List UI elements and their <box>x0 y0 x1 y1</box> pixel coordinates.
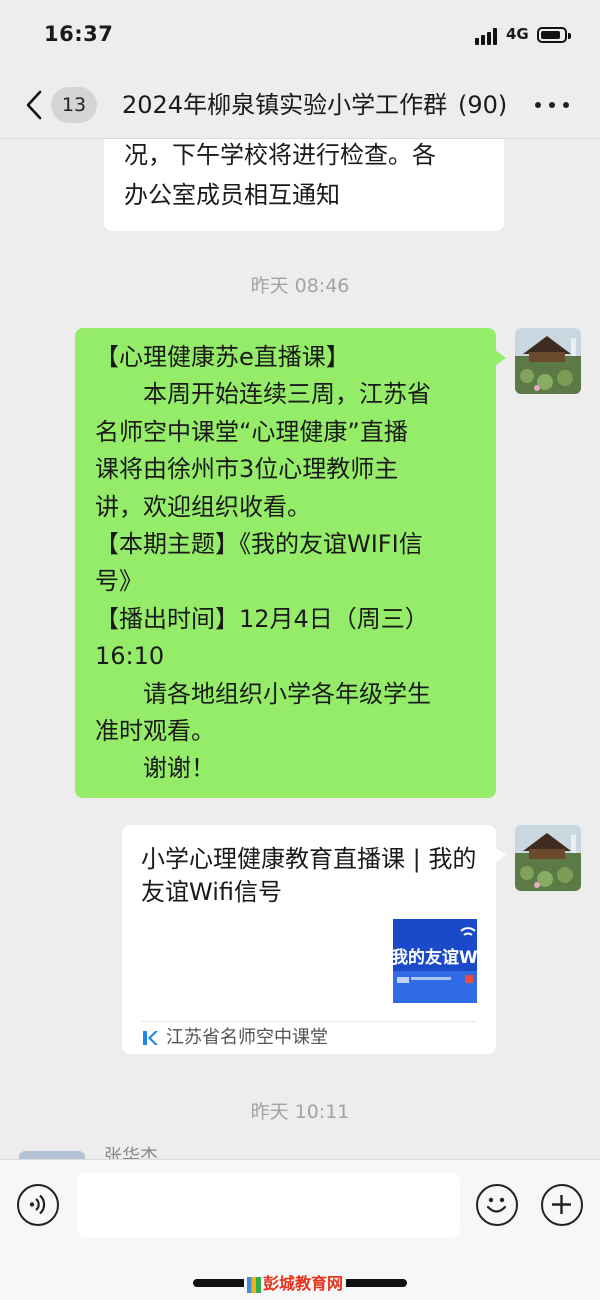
signal-icon <box>475 28 499 45</box>
avatar-image <box>515 825 581 891</box>
notice-line: 16:10 <box>95 642 165 671</box>
more-functions-button[interactable] <box>541 1184 583 1226</box>
watermark: 彭城教育网 <box>244 1270 347 1294</box>
message-input[interactable] <box>77 1173 460 1237</box>
avatar[interactable] <box>515 328 581 394</box>
status-time: 16:37 <box>44 22 114 46</box>
timestamp: 昨天 08:46 <box>250 275 350 297</box>
notice-line: 【心理健康苏e直播课】 <box>95 343 350 371</box>
thumbnail-text: 我的友谊Wifi <box>393 948 477 968</box>
chat-header: 13 2024年柳泉镇实验小学工作群 (90) <box>0 72 600 139</box>
input-bar: 彭城教育网 <box>0 1159 600 1300</box>
notice-line: 【播出时间】12月4日（周三） <box>95 604 429 633</box>
notice-line: 本周开始连续三周，江苏省 <box>95 380 431 409</box>
avatar[interactable] <box>515 825 581 891</box>
more-options-button[interactable] <box>535 100 571 110</box>
avatar[interactable] <box>19 1151 85 1159</box>
group-member-count: (90) <box>456 88 508 122</box>
notice-line: 讲，欢迎组织收看。 <box>95 492 311 521</box>
notice-line: 【本期主题】《我的友谊WIFI信 <box>95 530 423 559</box>
source-logo-icon <box>143 1031 158 1045</box>
notice-line: 课将由徐州市3位心理教师主 <box>95 455 399 484</box>
notice-line: 请各地组织小学各年级学生 <box>95 679 431 708</box>
message-line: 办公室成员相互通知 <box>124 181 340 209</box>
voice-button[interactable] <box>17 1184 59 1226</box>
battery-icon <box>537 27 571 43</box>
outgoing-message-bubble[interactable]: 【心理健康苏e直播课】 本周开始连续三周，江苏省 名师空中课堂“心理健康”直播 … <box>75 328 506 798</box>
avatar-image <box>515 328 581 394</box>
message-list[interactable]: 况，下午学校将进行检查。各 办公室成员相互通知 昨天 08:46 【心理健康苏e… <box>0 139 600 1159</box>
back-button[interactable] <box>20 86 50 124</box>
link-card-title: 小学心理健康教育直播课 | 我的友谊Wifi信号 <box>141 845 477 906</box>
watermark-text: 彭城教育网 <box>263 1274 344 1293</box>
incoming-message-bubble[interactable]: 况，下午学校将进行检查。各 办公室成员相互通知 <box>104 139 504 231</box>
notice-line: 谢谢！ <box>95 754 215 783</box>
link-card[interactable]: 小学心理健康教育直播课 | 我的友谊Wifi信号 我的友谊Wifi 江苏省名师空… <box>122 825 506 1054</box>
timestamp: 昨天 10:11 <box>250 1101 350 1123</box>
notice-line: 名师空中课堂“心理健康”直播 <box>95 417 408 446</box>
unread-count-badge[interactable]: 13 <box>51 87 97 123</box>
message-line: 况，下午学校将进行检查。各 <box>124 141 436 169</box>
notice-line: 准时观看。 <box>95 717 215 746</box>
divider <box>141 1021 477 1022</box>
plus-icon <box>552 1195 571 1214</box>
voice-icon <box>29 1194 46 1215</box>
notice-line: 号》 <box>95 567 143 596</box>
link-card-thumbnail: 我的友谊Wifi <box>393 919 477 1003</box>
chevron-left-icon <box>26 90 42 120</box>
watermark-logo-icon <box>247 1276 261 1293</box>
emoji-button[interactable] <box>476 1184 518 1226</box>
status-bar: 16:37 4G <box>0 0 600 72</box>
link-card-source: 江苏省名师空中课堂 <box>166 1027 328 1048</box>
network-type: 4G <box>506 25 529 43</box>
sender-name: 张华杰 <box>104 1146 158 1159</box>
smiley-icon <box>486 1197 507 1213</box>
